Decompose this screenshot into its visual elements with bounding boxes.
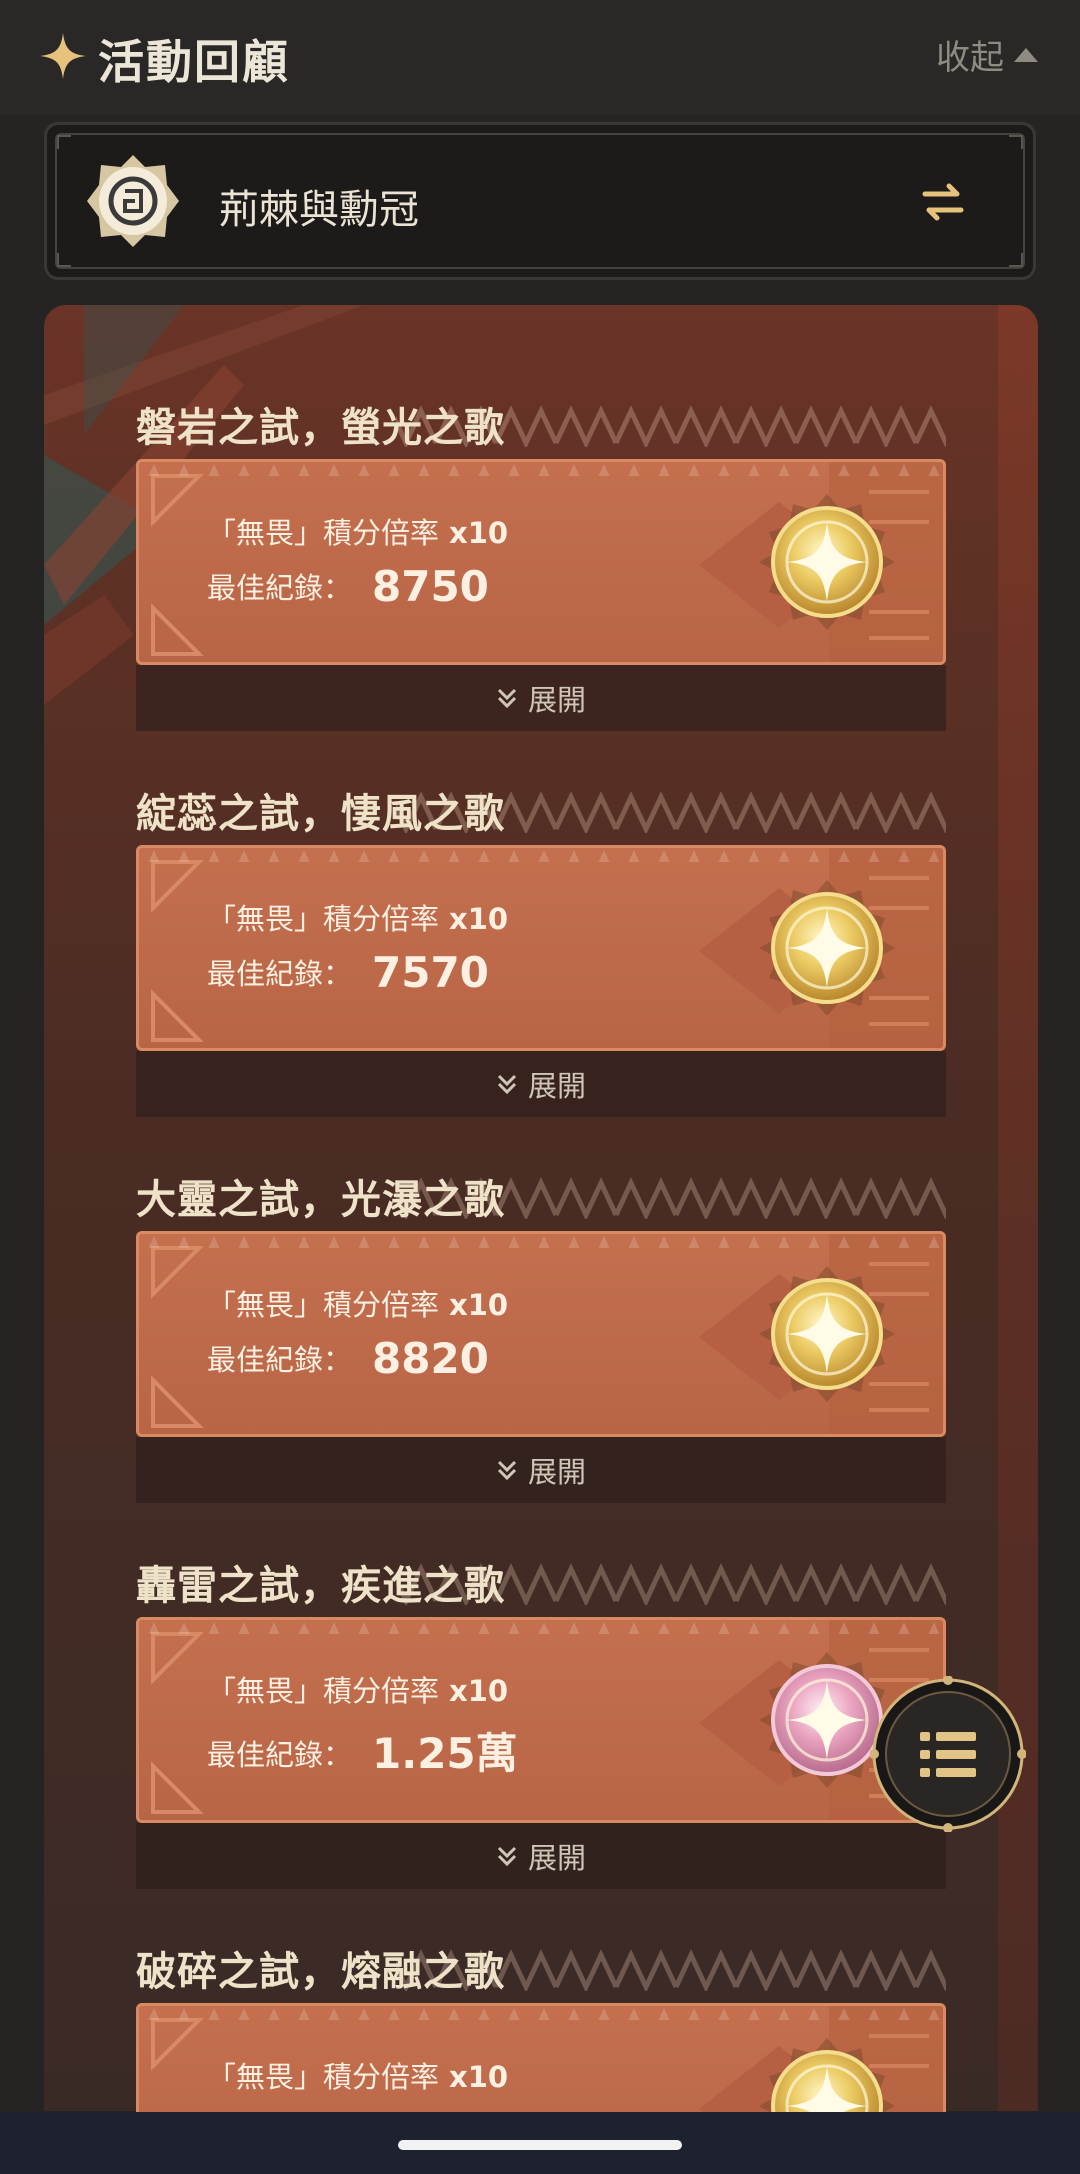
score-rate-value: x10 bbox=[449, 1674, 509, 1708]
score-rate-label: 「無畏」積分倍率 bbox=[207, 902, 440, 936]
score-rate-value: x10 bbox=[449, 516, 509, 550]
score-rate-value: x10 bbox=[449, 1288, 509, 1322]
swap-icon[interactable] bbox=[921, 180, 965, 224]
best-record: 最佳紀錄： 8820 bbox=[207, 1334, 489, 1383]
event-selector[interactable]: 荊棘與勳冠 bbox=[44, 122, 1036, 280]
expand-label: 展開 bbox=[527, 683, 586, 717]
trial-title: 綻蕊之試，悽風之歌 bbox=[136, 791, 505, 837]
frame-corner bbox=[57, 253, 71, 267]
best-record: 最佳紀錄： 8750 bbox=[207, 562, 489, 611]
trial-title: 磐岩之試，螢光之歌 bbox=[136, 405, 505, 451]
section-title: 活動回顧 bbox=[98, 35, 290, 89]
home-indicator[interactable] bbox=[398, 2140, 682, 2150]
frame-corner bbox=[57, 135, 71, 149]
best-record-label: 最佳紀錄： bbox=[207, 571, 353, 605]
chevron-down-icon bbox=[497, 1460, 517, 1481]
score-rate-label: 「無畏」積分倍率 bbox=[207, 516, 440, 550]
expand-button[interactable]: 展開 bbox=[136, 1823, 946, 1889]
caret-up-icon bbox=[1014, 47, 1038, 62]
trial-title: 大靈之試，光瀑之歌 bbox=[136, 1177, 505, 1223]
score-rate: 「無畏」積分倍率 x10 bbox=[207, 1282, 508, 1324]
expand-button[interactable]: 展開 bbox=[136, 1437, 946, 1503]
score-rate-label: 「無畏」積分倍率 bbox=[207, 1674, 440, 1708]
sparkle-icon bbox=[40, 33, 86, 79]
expand-button[interactable]: 展開 bbox=[136, 1051, 946, 1117]
chevron-down-icon bbox=[497, 688, 517, 709]
collapse-button[interactable]: 收起 bbox=[936, 30, 1038, 79]
trial-title: 破碎之試，熔融之歌 bbox=[136, 1949, 505, 1995]
collapse-label: 收起 bbox=[936, 38, 1004, 78]
best-record-value: 7570 bbox=[372, 948, 489, 997]
frame-corner bbox=[1009, 135, 1023, 149]
trial-card[interactable]: 「無畏」積分倍率 x10 最佳紀錄： 1.25萬 bbox=[136, 1617, 946, 1823]
best-record-label: 最佳紀錄： bbox=[207, 957, 353, 991]
gold-medal-icon bbox=[759, 880, 895, 1016]
event-emblem-icon bbox=[87, 155, 179, 247]
panel-edge bbox=[998, 305, 1038, 2111]
section-header: 活動回顧 收起 bbox=[0, 0, 1080, 115]
chevron-down-icon bbox=[497, 1074, 517, 1095]
trial-card[interactable]: 「無畏」積分倍率 x10 最佳紀錄： 8820 bbox=[136, 1231, 946, 1437]
event-name: 荊棘與勳冠 bbox=[219, 187, 419, 233]
chevron-down-icon bbox=[497, 1846, 517, 1867]
score-rate-value: x10 bbox=[449, 2060, 509, 2094]
score-rate-label: 「無畏」積分倍率 bbox=[207, 1288, 440, 1322]
score-rate: 「無畏」積分倍率 x10 bbox=[207, 896, 508, 938]
score-rate-value: x10 bbox=[449, 902, 509, 936]
trial-card[interactable]: 「無畏」積分倍率 x10 最佳紀錄： 8750 bbox=[136, 459, 946, 665]
frame-corner bbox=[1009, 253, 1023, 267]
menu-fab-button[interactable] bbox=[870, 1676, 1026, 1832]
best-record-label: 最佳紀錄： bbox=[207, 1343, 353, 1377]
best-record: 最佳紀錄： 7570 bbox=[207, 948, 489, 997]
best-record-value: 8820 bbox=[372, 1334, 489, 1383]
best-record: 最佳紀錄： 1.25萬 bbox=[207, 1720, 518, 1781]
expand-button[interactable]: 展開 bbox=[136, 665, 946, 731]
expand-label: 展開 bbox=[527, 1069, 586, 1103]
gold-medal-icon bbox=[759, 1266, 895, 1402]
selector-frame bbox=[55, 133, 1025, 269]
expand-label: 展開 bbox=[527, 1841, 586, 1875]
expand-label: 展開 bbox=[527, 1455, 586, 1489]
trial-title: 轟雷之試，疾進之歌 bbox=[136, 1563, 505, 1609]
score-rate: 「無畏」積分倍率 x10 bbox=[207, 510, 508, 552]
gold-medal-icon bbox=[759, 494, 895, 630]
score-rate-label: 「無畏」積分倍率 bbox=[207, 2060, 440, 2094]
score-rate: 「無畏」積分倍率 x10 bbox=[207, 1668, 508, 1710]
score-rate: 「無畏」積分倍率 x10 bbox=[207, 2054, 508, 2096]
best-record-value: 1.25萬 bbox=[372, 1729, 518, 1778]
trial-card[interactable]: 「無畏」積分倍率 x10 最佳紀錄： 7570 bbox=[136, 845, 946, 1051]
best-record-value: 8750 bbox=[372, 562, 489, 611]
best-record-label: 最佳紀錄： bbox=[207, 1738, 353, 1772]
